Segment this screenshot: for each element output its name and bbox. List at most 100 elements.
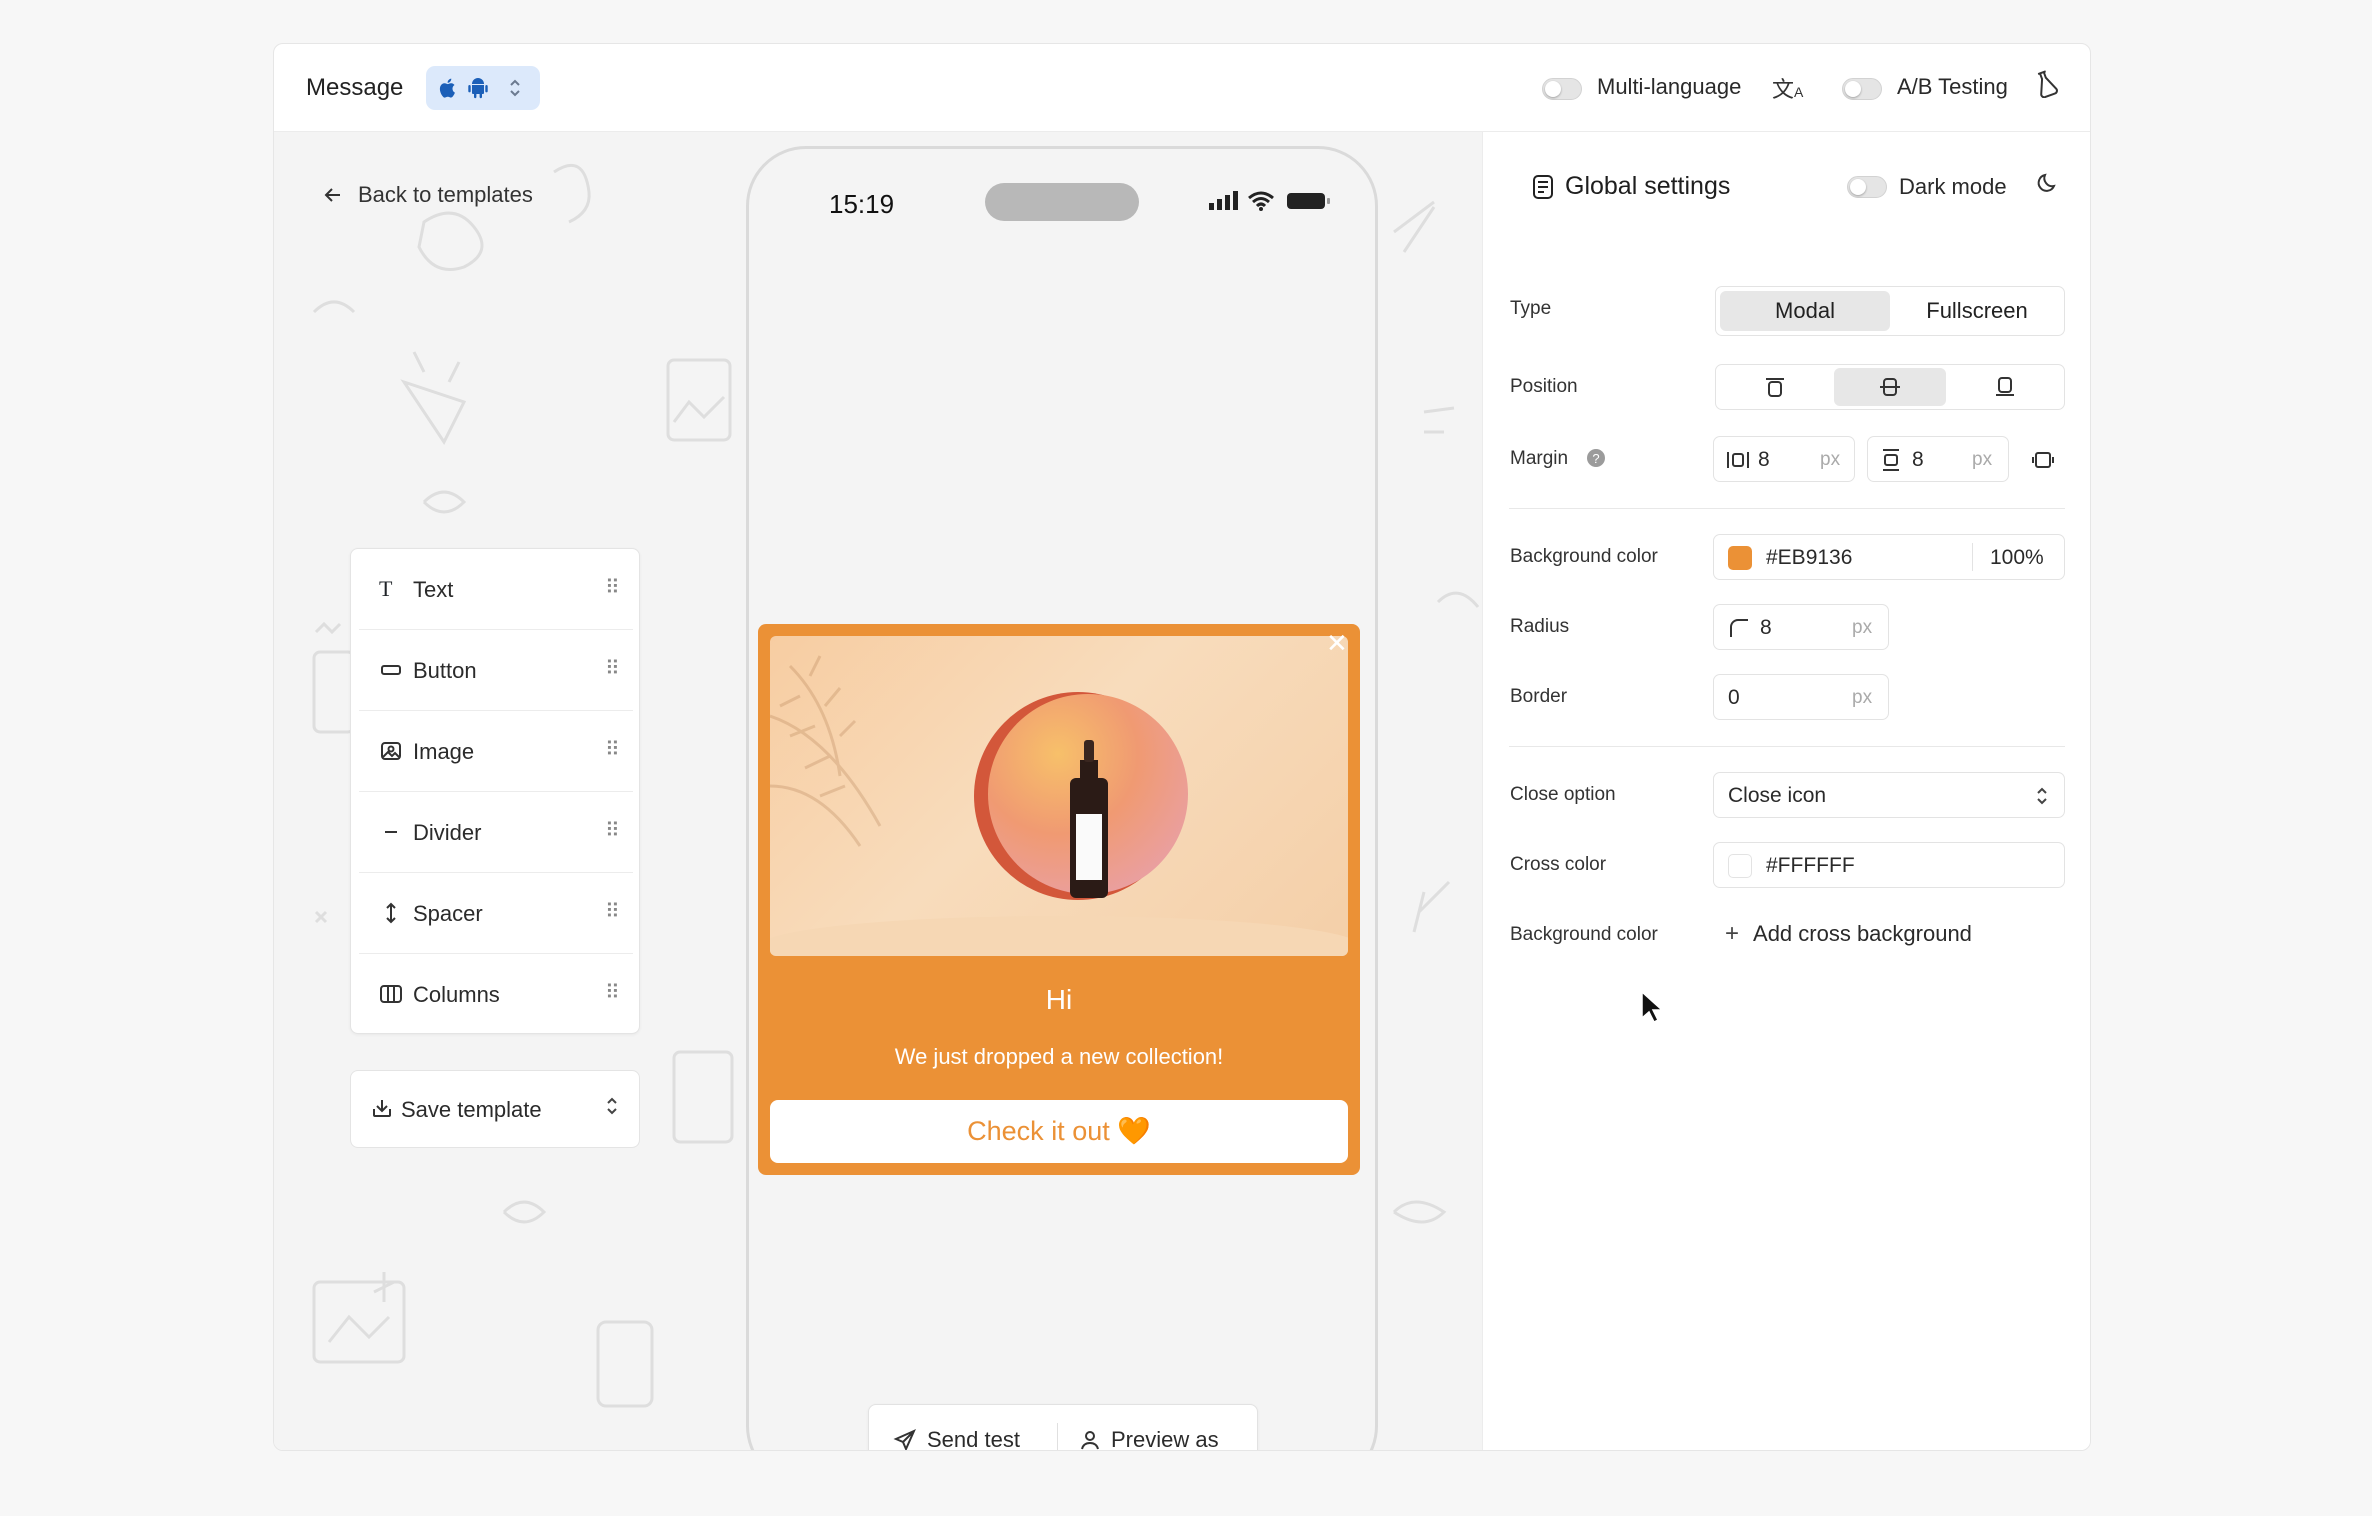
px-unit: px: [1820, 449, 1841, 470]
background-color-swatch[interactable]: [1728, 546, 1752, 570]
status-time: 15:19: [829, 189, 895, 219]
block-label: Spacer: [413, 901, 483, 926]
send-test-button[interactable]: Send test: [893, 1427, 1020, 1451]
align-top-icon: [1766, 378, 1784, 397]
drag-handle-icon[interactable]: ⠿: [605, 818, 620, 843]
drag-handle-icon[interactable]: ⠿: [605, 737, 620, 762]
svg-text:?: ?: [1592, 451, 1599, 466]
dynamic-island: [985, 183, 1139, 221]
modal-cta-button[interactable]: Check it out 🧡: [770, 1100, 1348, 1163]
margin-label: Margin: [1510, 448, 1569, 469]
corner-radius-icon: [1730, 619, 1748, 637]
position-label: Position: [1510, 376, 1578, 397]
dark-mode-label: Dark mode: [1899, 174, 2007, 199]
cross-color-value: #FFFFFF: [1766, 854, 1855, 877]
platform-selector[interactable]: [426, 66, 540, 110]
drag-handle-icon[interactable]: ⠿: [605, 575, 620, 600]
block-label: Image: [413, 739, 475, 764]
background-color-label: Background color: [1510, 546, 1658, 567]
text-icon: T: [379, 576, 393, 601]
type-option-modal[interactable]: Modal: [1720, 291, 1890, 331]
align-bottom-icon: [1996, 377, 2014, 396]
settings-layout-icon: [1533, 174, 1553, 199]
block-label: Columns: [413, 982, 500, 1007]
in-app-modal: ✕ Hi We just dropped a new collection! C…: [758, 624, 1360, 1175]
margin-vertical-field[interactable]: 8 px: [1867, 436, 2009, 482]
cross-background-label: Background color: [1510, 924, 1658, 945]
plus-icon: +: [1725, 920, 1740, 947]
type-option-fullscreen[interactable]: Fullscreen: [1892, 291, 2062, 331]
background-opacity-value[interactable]: 100%: [1990, 546, 2044, 570]
close-option-value: Close icon: [1728, 784, 1827, 807]
background-color-field[interactable]: #EB9136 100%: [1713, 534, 2065, 580]
product-illustration: [770, 655, 1348, 956]
mouse-cursor-icon: [1641, 990, 1662, 1024]
type-label: Type: [1510, 298, 1552, 319]
preview-action-bar: Send test Preview as: [868, 1404, 1258, 1451]
modal-title[interactable]: Hi: [758, 984, 1360, 1016]
columns-icon: [380, 985, 402, 1003]
px-unit: px: [1852, 617, 1873, 638]
save-template-label: Save template: [401, 1097, 542, 1122]
align-center-icon: [1880, 378, 1900, 396]
px-unit: px: [1972, 449, 1993, 470]
arrow-left-icon: [324, 188, 340, 202]
preview-as-button[interactable]: Preview as: [1079, 1427, 1219, 1451]
cross-color-swatch[interactable]: [1728, 854, 1752, 878]
block-text[interactable]: T Text ⠿: [359, 549, 633, 630]
back-to-templates-link[interactable]: Back to templates: [322, 182, 533, 208]
spacer-icon: [386, 902, 396, 924]
page-title: Message: [306, 74, 404, 101]
position-segmented-control: [1715, 364, 2065, 410]
save-template-button[interactable]: Save template: [350, 1070, 640, 1148]
add-cross-background-label: Add cross background: [1753, 921, 1972, 946]
ab-testing-label: A/B Testing: [1897, 74, 2008, 99]
block-button[interactable]: Button ⠿: [359, 630, 633, 711]
cross-color-field[interactable]: #FFFFFF: [1713, 842, 2065, 888]
help-icon[interactable]: ?: [1586, 448, 1606, 468]
dark-mode-toggle[interactable]: [1847, 176, 1887, 198]
position-top-button[interactable]: [1720, 368, 1830, 406]
chevron-updown-icon: [510, 79, 520, 97]
block-spacer[interactable]: Spacer ⠿: [359, 873, 633, 954]
multi-language-label: Multi-language: [1597, 74, 1742, 99]
global-settings-title: Global settings: [1531, 172, 1730, 201]
drag-handle-icon[interactable]: ⠿: [605, 980, 620, 1005]
block-image[interactable]: Image ⠿: [359, 711, 633, 792]
image-icon: [381, 742, 401, 760]
preview-as-label: Preview as: [1111, 1427, 1219, 1451]
drag-handle-icon[interactable]: ⠿: [605, 656, 620, 681]
chevron-updown-icon: [607, 1097, 617, 1115]
header-bar: Message Multi-language 文A A/B Testing: [274, 44, 2090, 132]
drag-handle-icon[interactable]: ⠿: [605, 899, 620, 924]
modal-subtitle[interactable]: We just dropped a new collection!: [758, 1044, 1360, 1070]
opacity-divider: [1972, 543, 1973, 571]
android-icon: [468, 78, 488, 99]
radius-field[interactable]: 8 px: [1713, 604, 1889, 650]
editor-canvas: Back to templates T Text ⠿ Button ⠿ Imag…: [274, 132, 1482, 1451]
border-value: 0: [1728, 686, 1740, 709]
radius-label: Radius: [1510, 616, 1570, 637]
background-color-value: #EB9136: [1766, 546, 1853, 569]
divider-icon: [385, 831, 397, 833]
block-divider[interactable]: Divider ⠿: [359, 792, 633, 873]
add-cross-background-button[interactable]: + Add cross background: [1725, 920, 1972, 948]
position-center-button[interactable]: [1834, 368, 1946, 406]
position-bottom-button[interactable]: [1950, 368, 2060, 406]
send-test-label: Send test: [927, 1427, 1020, 1451]
close-option-select[interactable]: Close icon: [1713, 772, 2065, 818]
close-option-label: Close option: [1510, 784, 1616, 805]
chevron-updown-icon: [2037, 787, 2047, 805]
radius-value: 8: [1760, 616, 1772, 639]
ab-testing-toggle[interactable]: [1842, 78, 1882, 100]
block-label: Button: [413, 658, 477, 683]
margin-horizontal-field[interactable]: 8 px: [1713, 436, 1855, 482]
modal-close-icon[interactable]: ✕: [1326, 630, 1348, 656]
test-tube-icon: [2037, 70, 2058, 98]
margin-all-sides-icon[interactable]: [2031, 448, 2055, 472]
multi-language-toggle[interactable]: [1542, 78, 1582, 100]
px-unit: px: [1852, 687, 1873, 708]
block-columns[interactable]: Columns ⠿: [359, 954, 633, 1035]
border-field[interactable]: 0 px: [1713, 674, 1889, 720]
border-label: Border: [1510, 686, 1568, 707]
